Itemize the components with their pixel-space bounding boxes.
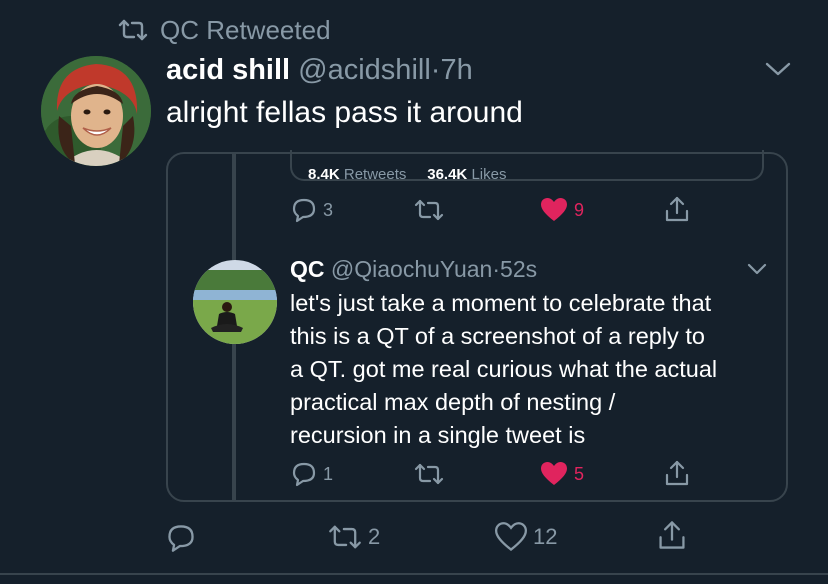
reply-text: let's just take a moment to celebrate th…: [290, 287, 770, 452]
retweet-button[interactable]: [414, 199, 444, 221]
heart-filled-icon: [540, 461, 568, 487]
avatar-qc[interactable]: [193, 260, 277, 344]
heart-outline-icon: [495, 522, 527, 552]
retweet-button[interactable]: 2: [328, 524, 380, 550]
display-name[interactable]: acid shill: [166, 54, 290, 86]
retweet-icon: [414, 199, 444, 221]
inner-stats-bar: 8.4K Retweets 36.4K Likes: [290, 150, 764, 181]
likes-count: 36.4K: [427, 166, 468, 181]
reply-display-name[interactable]: QC: [290, 256, 325, 282]
reply-header: QC @QiaochuYuan·52s: [290, 256, 537, 283]
like-button[interactable]: 9: [540, 197, 584, 223]
avatar[interactable]: [41, 56, 151, 166]
share-icon: [664, 459, 690, 487]
reply-button[interactable]: [166, 523, 202, 553]
share-icon: [664, 195, 690, 223]
chevron-down-icon[interactable]: [746, 262, 768, 276]
divider: [0, 573, 828, 575]
retweet-header[interactable]: QC Retweeted: [118, 14, 331, 46]
like-count: 12: [533, 524, 558, 549]
retweet-count: 2: [368, 524, 381, 549]
reply-text-line: recursion in a single tweet is: [290, 422, 586, 448]
reply-icon: [291, 461, 317, 487]
retweets-label: Retweets: [343, 166, 407, 181]
share-button[interactable]: [664, 195, 690, 223]
retweet-icon: [328, 524, 362, 550]
retweet-button[interactable]: [414, 463, 444, 485]
like-count: 5: [574, 463, 585, 484]
retweet-icon: [414, 463, 444, 485]
share-button[interactable]: [657, 519, 687, 551]
like-button[interactable]: 5: [540, 461, 584, 487]
tweet-text: alright fellas pass it around: [166, 96, 523, 129]
reply-text-line: let's just take a moment to celebrate th…: [290, 290, 712, 316]
tweet-header: acid shill @acidshill·7h: [166, 54, 473, 87]
reply-text-line: practical max depth of nesting /: [290, 389, 616, 415]
reply-button[interactable]: 3: [291, 197, 333, 223]
retweets-count: 8.4K: [308, 166, 340, 181]
reply-count: 3: [323, 199, 334, 220]
reply-icon: [291, 197, 317, 223]
likes-label: Likes: [471, 166, 507, 181]
reply-count: 1: [323, 463, 334, 484]
like-count: 9: [574, 199, 585, 220]
reply-icon: [166, 523, 196, 553]
retweet-icon: [118, 19, 148, 41]
separator: ·: [430, 54, 441, 86]
handle[interactable]: @acidshill: [298, 54, 431, 86]
reply-button[interactable]: 1: [291, 461, 333, 487]
retweet-header-label: QC Retweeted: [160, 14, 331, 45]
separator: ·: [492, 256, 501, 282]
heart-filled-icon: [540, 197, 568, 223]
reply-handle[interactable]: @QiaochuYuan: [331, 256, 492, 282]
share-icon: [657, 519, 687, 551]
like-button[interactable]: 12: [495, 522, 557, 552]
reply-text-line: this is a QT of a screenshot of a reply …: [290, 323, 705, 349]
timestamp[interactable]: 7h: [440, 54, 472, 86]
reply-text-line: a QT. got me real curious what the actua…: [290, 356, 718, 382]
share-button[interactable]: [664, 459, 690, 487]
reply-timestamp[interactable]: 52s: [500, 256, 537, 282]
chevron-down-icon[interactable]: [764, 60, 792, 78]
